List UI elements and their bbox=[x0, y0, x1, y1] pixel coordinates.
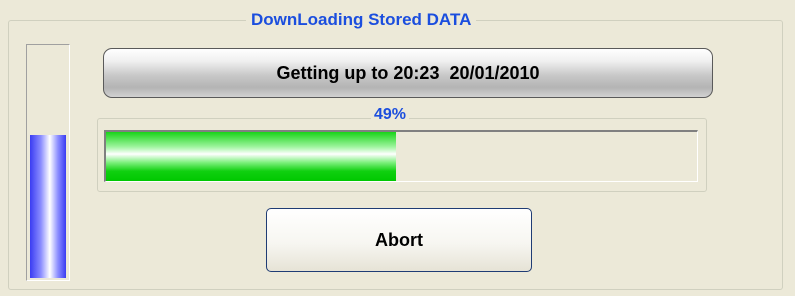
status-banner: Getting up to 20:23 20/01/2010 bbox=[103, 48, 713, 98]
status-message: Getting up to 20:23 20/01/2010 bbox=[276, 62, 540, 83]
progress-bar-fill bbox=[106, 132, 396, 181]
group-title: DownLoading Stored DATA bbox=[246, 10, 477, 30]
progress-bar bbox=[104, 130, 698, 182]
download-dialog: DownLoading Stored DATA Getting up to 20… bbox=[0, 0, 795, 296]
level-meter-fill bbox=[30, 134, 66, 278]
abort-button-label: Abort bbox=[375, 229, 423, 250]
progress-percent-label: 49% bbox=[371, 106, 410, 124]
abort-button[interactable]: Abort bbox=[266, 208, 532, 272]
level-meter bbox=[26, 44, 70, 281]
